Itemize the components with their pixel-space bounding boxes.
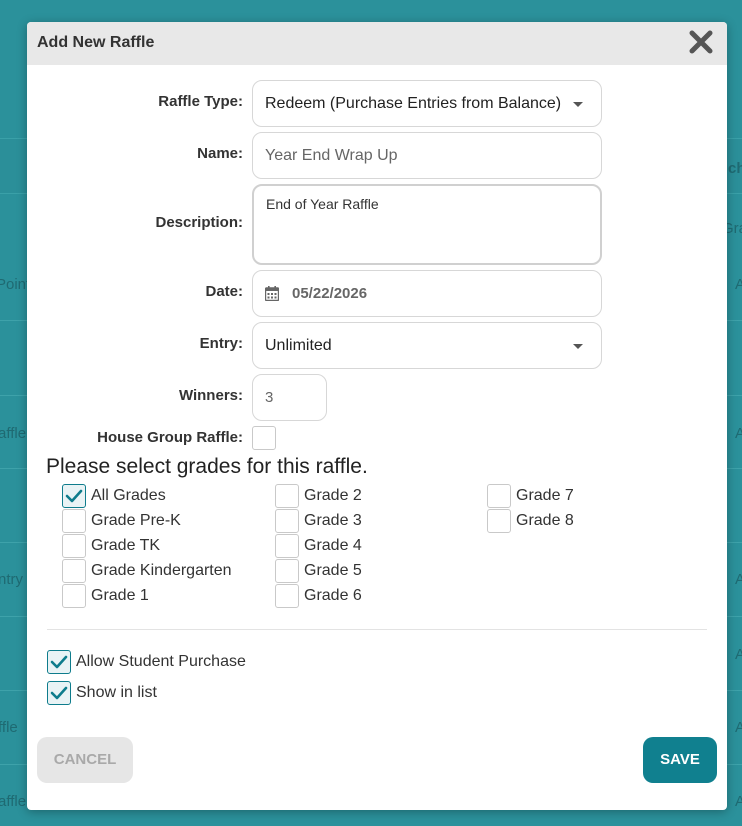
checkmark-icon (50, 655, 68, 669)
grade-label: Grade Pre-K (91, 512, 181, 529)
section-divider (47, 629, 707, 630)
checkmark-icon (50, 686, 68, 700)
winners-label: Winners: (178, 387, 243, 404)
date-picker[interactable]: 05/22/2026 (252, 270, 602, 317)
cancel-button[interactable]: CANCEL (37, 737, 133, 783)
grade-checkbox[interactable] (275, 584, 299, 608)
grade-label: Grade 4 (304, 537, 362, 554)
dialog-title: Add New Raffle (37, 34, 155, 51)
grade-label: Grade 6 (304, 587, 362, 604)
background-text: affle (0, 793, 27, 810)
raffle-type-label: Raffle Type: (158, 93, 243, 110)
background-text: A (735, 719, 742, 736)
grade-checkbox[interactable] (275, 559, 299, 583)
description-textarea[interactable]: End of Year Raffle (252, 184, 602, 265)
grade-checkbox[interactable] (275, 534, 299, 558)
raffle-type-select[interactable]: Redeem (Purchase Entries from Balance) (252, 80, 602, 127)
allow-student-purchase-checkbox[interactable] (47, 650, 71, 674)
background-text: ffle (0, 719, 18, 736)
background-text: affle (0, 425, 27, 442)
grade-label: Grade 1 (91, 587, 149, 604)
date-label: Date: (205, 283, 243, 300)
background-text: A (735, 646, 742, 663)
show-in-list-label: Show in list (76, 684, 157, 701)
show-in-list-checkbox[interactable] (47, 681, 71, 705)
name-input[interactable]: Year End Wrap Up (252, 132, 602, 179)
grade-checkbox[interactable] (275, 484, 299, 508)
background-text: ntry (0, 571, 24, 588)
entry-label: Entry: (199, 335, 243, 352)
grades-section-title: Please select grades for this raffle. (46, 455, 368, 478)
house-group-checkbox[interactable] (252, 426, 276, 450)
grade-checkbox[interactable] (62, 509, 86, 533)
winners-input[interactable]: 3 (252, 374, 327, 421)
checkmark-icon (65, 489, 83, 503)
grade-label: All Grades (91, 487, 166, 504)
grade-checkbox[interactable] (487, 484, 511, 508)
grade-label: Grade 8 (516, 512, 574, 529)
close-icon[interactable] (687, 28, 715, 56)
date-value: 05/22/2026 (292, 285, 368, 302)
raffle-type-value: Redeem (Purchase Entries from Balance) (265, 95, 562, 112)
name-label: Name: (197, 145, 243, 162)
background-text: A (735, 571, 742, 588)
background-text: Point (0, 276, 31, 293)
description-label: Description: (155, 214, 243, 231)
chevron-down-icon (573, 102, 583, 107)
grade-label: Grade 5 (304, 562, 362, 579)
name-input-value: Year End Wrap Up (265, 147, 398, 164)
house-group-label: House Group Raffle: (97, 429, 243, 446)
entry-value: Unlimited (265, 337, 332, 354)
grade-checkbox[interactable] (62, 484, 86, 508)
grade-label: Grade 2 (304, 487, 362, 504)
background-text: A (735, 276, 742, 293)
grade-label: Grade 7 (516, 487, 574, 504)
add-raffle-dialog: Add New Raffle Raffle Type: Redeem (Purc… (27, 22, 727, 810)
dialog-header: Add New Raffle (27, 22, 727, 65)
grade-label: Grade Kindergarten (91, 562, 232, 579)
background-text: ch (728, 160, 742, 177)
winners-value: 3 (265, 389, 274, 406)
grade-checkbox[interactable] (62, 534, 86, 558)
calendar-icon (264, 286, 280, 306)
allow-student-purchase-label: Allow Student Purchase (76, 653, 246, 670)
background-text: A (735, 425, 742, 442)
save-button[interactable]: SAVE (643, 737, 717, 783)
grade-label: Grade TK (91, 537, 161, 554)
description-value: End of Year Raffle (266, 196, 379, 212)
grade-checkbox[interactable] (62, 559, 86, 583)
background-text: A (735, 793, 742, 810)
grade-checkbox[interactable] (275, 509, 299, 533)
chevron-down-icon (573, 344, 583, 349)
grade-checkbox[interactable] (62, 584, 86, 608)
grade-checkbox[interactable] (487, 509, 511, 533)
grade-label: Grade 3 (304, 512, 362, 529)
entry-select[interactable]: Unlimited (252, 322, 602, 369)
